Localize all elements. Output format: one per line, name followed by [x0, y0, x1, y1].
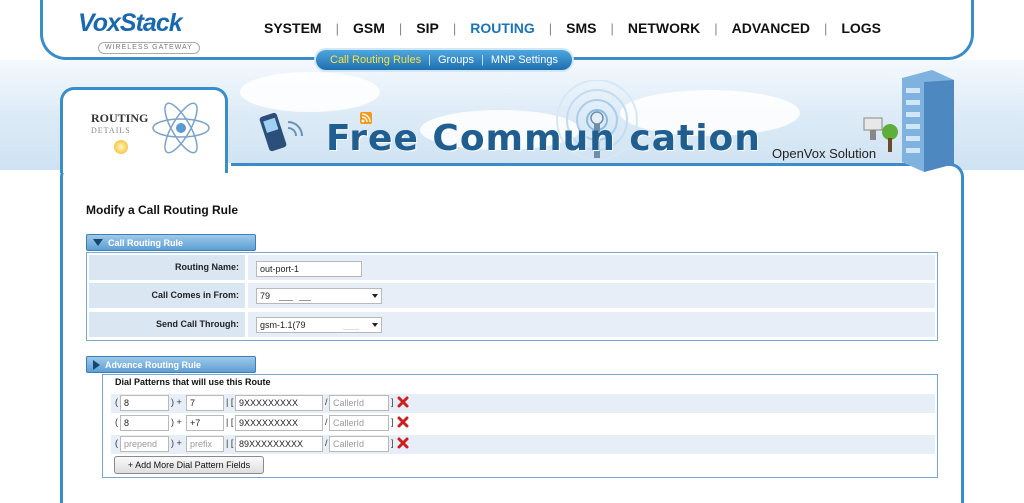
call-comes-row: Call Comes in From: 79 [89, 283, 935, 308]
redacted-text [343, 329, 359, 330]
page-title: Modify a Call Routing Rule [86, 203, 238, 217]
dial-patterns-caption: Dial Patterns that will use this Route [115, 377, 271, 387]
bracket-text: / [325, 397, 328, 407]
delete-icon[interactable] [397, 416, 409, 428]
nav-divider: | [398, 20, 403, 36]
dropdown-caret-icon [372, 323, 378, 327]
pattern-input[interactable] [235, 395, 323, 411]
section-title: Advance Routing Rule [105, 359, 202, 370]
section-title: Call Routing Rule [108, 237, 183, 248]
nav-routing[interactable]: ROUTING [470, 20, 535, 36]
bracket-text: ( [115, 397, 118, 407]
routing-name-row: Routing Name: [89, 255, 935, 280]
call-comes-cell: 79 [248, 283, 935, 308]
callerid-input[interactable] [329, 415, 389, 431]
nav-network[interactable]: NETWORK [628, 20, 700, 36]
callerid-input[interactable] [329, 395, 389, 411]
prefix-input[interactable] [186, 436, 224, 452]
call-comes-value: 79 [260, 291, 271, 301]
bracket-text: | [ [226, 438, 234, 448]
call-routing-rule-table: Routing Name: Call Comes in From: 79 Sen… [86, 252, 938, 341]
nav-advanced[interactable]: ADVANCED [732, 20, 810, 36]
dial-pattern-row: ( ) + | [ / ] [111, 394, 935, 413]
nav-sms[interactable]: SMS [566, 20, 596, 36]
subnav-divider: | [428, 54, 431, 66]
redacted-text [279, 300, 293, 301]
callerid-input[interactable] [329, 436, 389, 452]
nav-system[interactable]: SYSTEM [264, 20, 322, 36]
prepend-input[interactable] [120, 415, 169, 431]
main-nav: SYSTEM | GSM | SIP | ROUTING | SMS | NET… [264, 19, 881, 37]
bracket-text: ) + [171, 397, 182, 407]
nav-divider: | [548, 20, 553, 36]
dial-pattern-row: ( ) + | [ / ] [111, 435, 935, 454]
phone-icon [259, 112, 303, 152]
dial-pattern-row: ( ) + | [ / ] [111, 414, 935, 433]
call-comes-label: Call Comes in From: [89, 283, 245, 308]
bracket-text: ( [115, 417, 118, 427]
routing-name-cell [248, 255, 935, 280]
nav-divider: | [452, 20, 457, 36]
subnav-call-routing-rules[interactable]: Call Routing Rules [330, 54, 421, 66]
send-through-value: gsm-1.1(79 [260, 320, 306, 330]
nav-sip[interactable]: SIP [416, 20, 439, 36]
details-title: ROUTING [91, 111, 149, 125]
delete-icon[interactable] [397, 437, 409, 449]
cloud-decoration [240, 72, 380, 112]
add-dial-pattern-button[interactable]: + Add More Dial Pattern Fields [114, 456, 264, 474]
bracket-text: | [ [226, 417, 234, 427]
subnav-mnp-settings[interactable]: MNP Settings [491, 54, 558, 66]
prefix-input[interactable] [186, 395, 224, 411]
bracket-text: ) + [171, 417, 182, 427]
brand-name: VoxStack [78, 9, 183, 37]
send-through-row: Send Call Through: gsm-1.1(79 [89, 312, 935, 337]
redacted-text [313, 320, 359, 331]
dropdown-caret-icon [372, 294, 378, 298]
send-through-select[interactable]: gsm-1.1(79 [256, 317, 382, 333]
routing-name-label: Routing Name: [89, 255, 245, 280]
building-icon [863, 70, 954, 172]
nav-logs[interactable]: LOGS [841, 20, 881, 36]
details-tab: ROUTING DETAILS [60, 87, 228, 173]
nav-divider: | [823, 20, 828, 36]
call-routing-rule-header[interactable]: Call Routing Rule [86, 234, 256, 251]
pattern-input[interactable] [235, 436, 323, 452]
send-through-cell: gsm-1.1(79 [248, 312, 935, 337]
redacted-text [299, 300, 311, 301]
nav-divider: | [335, 20, 339, 36]
nav-divider: | [714, 20, 718, 36]
expand-arrow-icon [93, 359, 100, 370]
banner-brand: OpenVox Solution [772, 146, 877, 161]
details-subtitle: DETAILS [91, 126, 131, 135]
routing-name-input[interactable] [256, 261, 362, 277]
delete-icon[interactable] [397, 396, 409, 408]
pattern-input[interactable] [235, 415, 323, 431]
collapse-arrow-icon [93, 239, 103, 246]
bracket-text: ] [391, 438, 394, 448]
redacted-text [279, 291, 315, 302]
banner-title: Free Commun cation [326, 118, 761, 159]
bracket-text: ] [391, 397, 394, 407]
nav-gsm[interactable]: GSM [353, 20, 385, 36]
prefix-input[interactable] [186, 415, 224, 431]
prepend-input[interactable] [120, 436, 169, 452]
sun-decoration [114, 140, 128, 154]
bracket-text: ( [115, 438, 118, 448]
send-through-label: Send Call Through: [89, 312, 245, 337]
bracket-text: / [325, 438, 328, 448]
advance-routing-rule-header[interactable]: Advance Routing Rule [86, 356, 256, 373]
subnav-groups[interactable]: Groups [438, 54, 474, 66]
bracket-text: ] [391, 417, 394, 427]
bracket-text: / [325, 417, 328, 427]
bracket-text: | [ [226, 397, 234, 407]
nav-divider: | [610, 20, 614, 36]
sub-nav: Call Routing Rules | Groups | MNP Settin… [316, 50, 572, 70]
subnav-divider: | [481, 54, 484, 66]
brand-logo[interactable]: VoxStack WIRELESS GATEWAY [78, 10, 210, 54]
bracket-text: ) + [171, 438, 182, 448]
call-comes-select[interactable]: 79 [256, 288, 382, 304]
atom-icon [152, 102, 210, 154]
prepend-input[interactable] [120, 395, 169, 411]
brand-tagline: WIRELESS GATEWAY [98, 42, 200, 54]
